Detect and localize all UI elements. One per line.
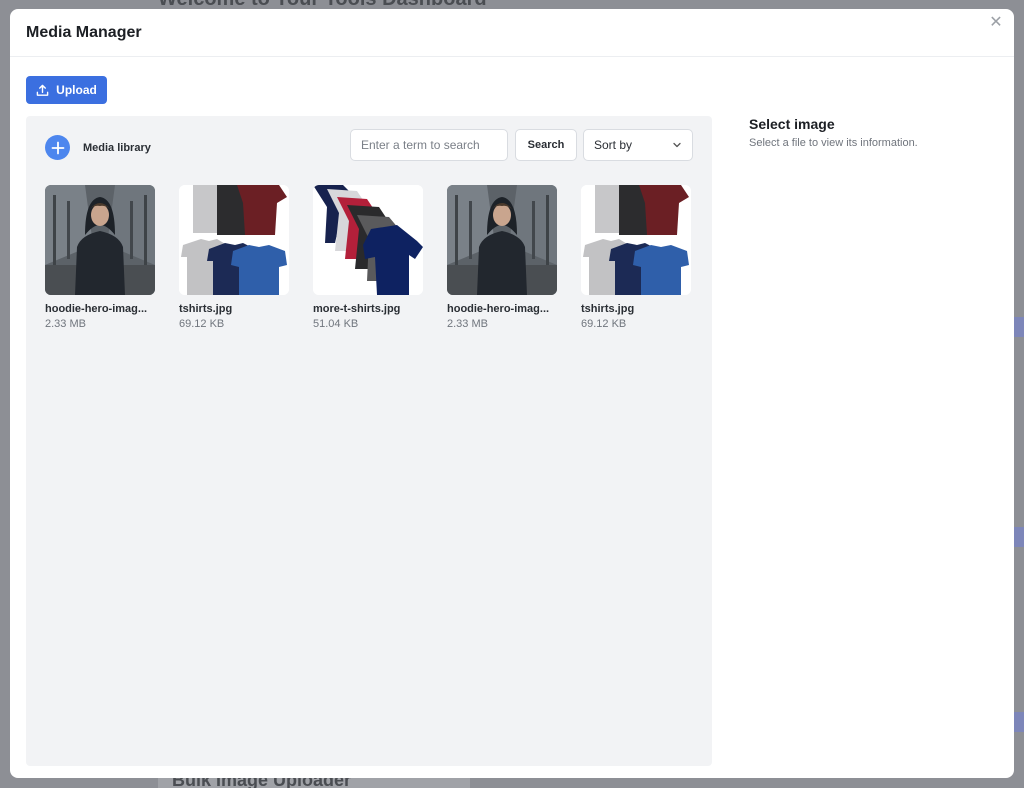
- search-input[interactable]: [350, 129, 508, 161]
- media-file-name: more-t-shirts.jpg: [313, 303, 401, 315]
- media-file-name: tshirts.jpg: [179, 303, 233, 315]
- background-button-edge: [1014, 317, 1024, 337]
- media-item[interactable]: hoodie-hero-imag... 2.33 MB: [45, 185, 155, 330]
- media-file-name: tshirts.jpg: [581, 303, 635, 315]
- media-thumbnail-more-tshirts: [313, 185, 423, 295]
- modal-header: Media Manager ✕: [10, 9, 1014, 57]
- media-file-size: 51.04 KB: [313, 318, 359, 330]
- background-button-edge: [1014, 712, 1024, 732]
- media-file-size: 69.12 KB: [179, 318, 225, 330]
- media-file-size: 2.33 MB: [45, 318, 86, 330]
- upload-button[interactable]: Upload: [26, 76, 107, 104]
- media-thumbnail-tshirts: [179, 185, 289, 295]
- chevron-down-icon: [673, 142, 681, 148]
- close-icon[interactable]: ✕: [986, 13, 1006, 33]
- modal-title: Media Manager: [26, 24, 142, 41]
- media-thumbnail-tshirts: [581, 185, 691, 295]
- sort-select[interactable]: Sort by: [583, 129, 693, 161]
- media-item[interactable]: hoodie-hero-imag... 2.33 MB: [447, 185, 557, 330]
- media-library-panel: Media library Search Sort by: [26, 116, 712, 766]
- upload-button-label: Upload: [56, 83, 97, 97]
- media-item[interactable]: more-t-shirts.jpg 51.04 KB: [313, 185, 423, 330]
- media-library-label: Media library: [83, 142, 151, 154]
- media-file-size: 2.33 MB: [447, 318, 488, 330]
- media-thumbnail-hoodie: [447, 185, 557, 295]
- media-file-size: 69.12 KB: [581, 318, 627, 330]
- add-media-button[interactable]: [45, 135, 70, 160]
- info-panel-title: Select image: [749, 116, 835, 132]
- plus-icon: [51, 141, 64, 154]
- media-item[interactable]: tshirts.jpg 69.12 KB: [179, 185, 289, 330]
- media-thumbnail-hoodie: [45, 185, 155, 295]
- upload-icon: [36, 84, 49, 96]
- media-file-name: hoodie-hero-imag...: [447, 303, 550, 315]
- media-item[interactable]: tshirts.jpg 69.12 KB: [581, 185, 691, 330]
- sort-select-value: Sort by: [594, 138, 633, 152]
- background-button-edge: [1014, 527, 1024, 547]
- media-file-name: hoodie-hero-imag...: [45, 303, 148, 315]
- media-grid: hoodie-hero-imag... 2.33 MB tshirts.jpg …: [45, 185, 691, 330]
- media-manager-modal: Media Manager ✕ Upload Media library Sea…: [10, 9, 1014, 778]
- search-button[interactable]: Search: [515, 129, 577, 161]
- info-panel-subtitle: Select a file to view its information.: [749, 137, 918, 149]
